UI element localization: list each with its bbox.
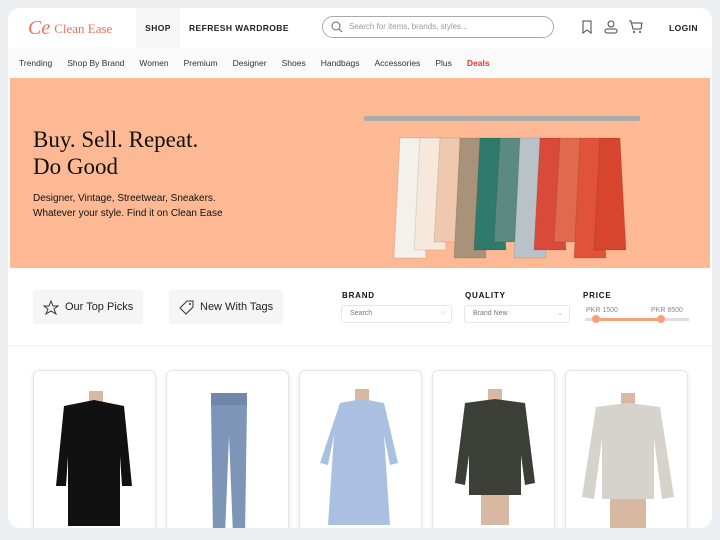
nav-handbags[interactable]: Handbags: [321, 58, 360, 68]
price-max-handle[interactable]: [657, 315, 665, 323]
logo-mark: Ce: [28, 17, 51, 39]
price-slider-range: [595, 318, 661, 321]
product-image: [455, 389, 535, 525]
price-max: PKR 8500: [651, 307, 683, 314]
user-icon[interactable]: [604, 20, 618, 34]
clothing-rack-image: [364, 116, 640, 259]
star-icon: [43, 299, 59, 315]
product-card[interactable]: [432, 370, 555, 528]
header: Ce Clean Ease SHOP REFRESH WARDROBE Searc…: [8, 8, 712, 48]
nav-designer[interactable]: Designer: [233, 58, 267, 68]
product-card[interactable]: [166, 370, 289, 528]
product-image: [320, 389, 398, 525]
nav-shop-by-brand[interactable]: Shop By Brand: [67, 58, 124, 68]
product-card[interactable]: [33, 370, 156, 528]
logo[interactable]: Ce Clean Ease: [28, 17, 112, 40]
product-card[interactable]: [565, 370, 688, 528]
nav-accessories[interactable]: Accessories: [374, 58, 420, 68]
page-card: Ce Clean Ease SHOP REFRESH WARDROBE Searc…: [8, 8, 712, 528]
search-input[interactable]: Search for items, brands, styles...: [322, 16, 554, 38]
category-nav: Trending Shop By Brand Women Premium Des…: [8, 48, 712, 78]
tag-icon: [179, 300, 194, 315]
price-min: PKR 1500: [586, 307, 618, 314]
product-image: [582, 393, 674, 528]
login-button[interactable]: LOGIN: [669, 8, 698, 48]
top-picks-button[interactable]: Our Top Picks: [33, 290, 144, 324]
hero-banner: Buy. Sell. Repeat. Do Good Designer, Vint…: [10, 78, 710, 268]
nav-premium[interactable]: Premium: [184, 58, 218, 68]
filter-bar: Our Top Picks New With Tags BRAND Search…: [8, 278, 712, 346]
tab-refresh-wardrobe[interactable]: REFRESH WARDROBE: [189, 8, 289, 48]
brand-search-input[interactable]: Search ○: [341, 305, 452, 323]
quality-label: QUALITY: [465, 291, 506, 300]
bookmark-icon[interactable]: [581, 20, 593, 34]
nav-plus[interactable]: Plus: [435, 58, 452, 68]
tab-shop[interactable]: SHOP: [136, 8, 180, 48]
price-slider-track[interactable]: [585, 315, 689, 323]
price-label: PRICE: [583, 291, 612, 300]
hanging-shirt: [593, 137, 627, 251]
chevron-down-icon: ⌄: [557, 310, 563, 317]
new-with-tags-button[interactable]: New With Tags: [169, 290, 284, 324]
search-icon: ○: [440, 310, 445, 317]
cart-icon[interactable]: [628, 20, 643, 34]
nav-shoes[interactable]: Shoes: [282, 58, 306, 68]
search-icon: [331, 21, 343, 33]
product-image: [56, 391, 132, 526]
nav-deals[interactable]: Deals: [467, 58, 490, 68]
nav-trending[interactable]: Trending: [19, 58, 52, 68]
hero-subtitle: Designer, Vintage, Streetwear, Sneakers.…: [33, 193, 223, 219]
product-image: [211, 393, 247, 528]
search-placeholder: Search for items, brands, styles...: [349, 22, 468, 31]
brand-name: Clean Ease: [54, 20, 113, 36]
quality-select[interactable]: Brand New ⌄: [464, 305, 570, 323]
nav-women[interactable]: Women: [139, 58, 168, 68]
hero-title: Buy. Sell. Repeat. Do Good: [33, 127, 199, 179]
product-card[interactable]: [299, 370, 422, 528]
price-min-handle[interactable]: [592, 315, 600, 323]
brand-label: BRAND: [342, 291, 375, 300]
